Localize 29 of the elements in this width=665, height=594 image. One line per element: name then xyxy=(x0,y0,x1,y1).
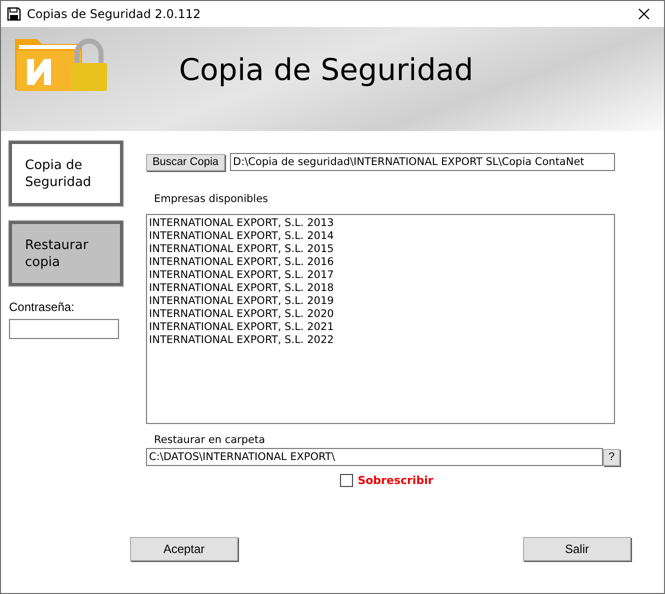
floppy-icon xyxy=(7,7,21,21)
dialog-button[interactable]: Salir xyxy=(523,537,631,561)
list-item[interactable]: INTERNATIONAL EXPORT, S.L. 2021 xyxy=(149,321,612,334)
page-title: Copia de Seguridad xyxy=(179,53,474,88)
overwrite-label: Sobrescribir xyxy=(358,474,434,487)
list-item[interactable]: INTERNATIONAL EXPORT, S.L. 2020 xyxy=(149,308,612,321)
password-field[interactable] xyxy=(9,319,119,339)
list-item[interactable]: INTERNATIONAL EXPORT, S.L. 2013 xyxy=(149,217,612,230)
dialog-button[interactable]: Aceptar xyxy=(130,537,238,561)
list-item[interactable]: INTERNATIONAL EXPORT, S.L. 2018 xyxy=(149,282,612,295)
list-item[interactable]: INTERNATIONAL EXPORT, S.L. 2014 xyxy=(149,230,612,243)
companies-list[interactable] xyxy=(146,214,615,424)
window-title: Copias de Seguridad 2.0.112 xyxy=(27,7,201,21)
backup-path-field[interactable]: D:\Copia de seguridad\INTERNATIONAL EXPORT SL\Copia ContaNet xyxy=(230,153,615,171)
restore-folder-label: Restaurar en carpeta xyxy=(154,434,266,446)
restore-path-field[interactable]: C:\DATOS\INTERNATIONAL EXPORT\ xyxy=(146,448,603,466)
list-item[interactable]: INTERNATIONAL EXPORT, S.L. 2015 xyxy=(149,243,612,256)
side-button[interactable]: Copia de Seguridad xyxy=(9,141,123,206)
search-backup-button[interactable]: Buscar Copia xyxy=(146,154,225,170)
companies-label: Empresas disponibles xyxy=(154,193,270,205)
password-label: Contraseña: xyxy=(9,300,76,314)
list-item[interactable]: INTERNATIONAL EXPORT, S.L. 2019 xyxy=(149,295,612,308)
list-item[interactable]: INTERNATIONAL EXPORT, S.L. 2017 xyxy=(149,269,612,282)
close-icon[interactable] xyxy=(638,8,650,20)
list-item[interactable]: INTERNATIONAL EXPORT, S.L. 2016 xyxy=(149,256,612,269)
overwrite-checkbox[interactable] xyxy=(340,474,353,487)
list-item[interactable]: INTERNATIONAL EXPORT, S.L. 2022 xyxy=(149,334,612,347)
side-button[interactable]: Restaurar copia xyxy=(9,221,123,286)
browse-button[interactable]: ? xyxy=(603,448,620,466)
